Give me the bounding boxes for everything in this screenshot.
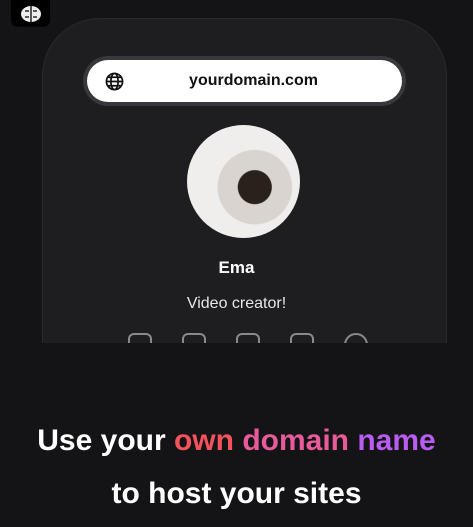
headline-name: name	[357, 424, 436, 457]
spotify-icon[interactable]	[344, 333, 368, 343]
avatar	[187, 125, 300, 238]
youtube-icon[interactable]	[290, 333, 314, 343]
tiktok-icon[interactable]	[236, 333, 260, 343]
profile-bio: Video creator!	[186, 295, 287, 312]
profile-name: Ema	[218, 258, 255, 277]
instagram-icon[interactable]	[182, 333, 206, 343]
twitter-icon[interactable]	[128, 333, 152, 343]
domain-text: yourdomain.com	[189, 72, 318, 89]
headline-line2: to host your sites	[111, 477, 362, 510]
headline-line1: Use your own domain name	[0, 418, 473, 464]
phone-preview: yourdomain.com Ema Video creator!	[0, 0, 473, 343]
headline-domain: domain	[242, 424, 349, 457]
headline-text: Use your	[37, 424, 174, 457]
headline-own: own	[173, 424, 234, 457]
globe-icon	[105, 72, 124, 91]
url-bar[interactable]: yourdomain.com	[83, 56, 406, 106]
